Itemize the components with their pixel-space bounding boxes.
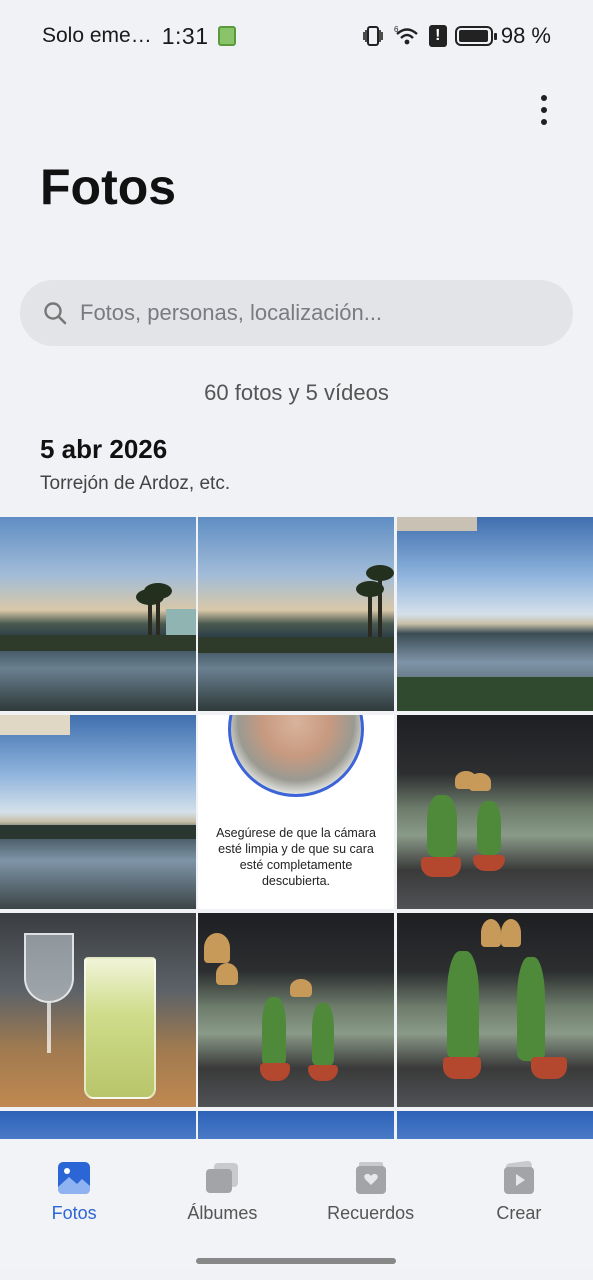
photo-thumbnail[interactable] [397, 1111, 593, 1139]
albums-icon [206, 1163, 239, 1193]
photo-thumbnail[interactable] [0, 715, 196, 909]
photo-thumbnail[interactable] [397, 517, 593, 711]
face-setup-caption: Asegúrese de que la cámara esté limpia y… [216, 826, 376, 888]
photos-icon [58, 1162, 91, 1194]
photo-thumbnail[interactable] [397, 715, 593, 909]
photo-thumbnail[interactable] [198, 913, 394, 1107]
photo-thumbnail[interactable] [0, 517, 196, 711]
wifi-6-icon: 6 [394, 25, 418, 45]
photo-thumbnail[interactable] [198, 1111, 394, 1139]
nav-label-memories: Recuerdos [327, 1203, 415, 1223]
photo-thumbnail[interactable] [198, 517, 394, 711]
face-setup-thumbnail[interactable]: Asegúrese de que la cámara esté limpia y… [198, 715, 394, 909]
face-preview [228, 715, 364, 797]
memories-icon [355, 1162, 386, 1194]
battery-percent: 98 % [500, 23, 551, 48]
search-bar[interactable] [20, 280, 573, 346]
home-indicator[interactable] [196, 1258, 396, 1264]
photo-grid: Asegúrese de que la cámara esté limpia y… [0, 517, 593, 1139]
nav-create[interactable]: Crear [454, 1161, 584, 1280]
nav-label-albums: Álbumes [187, 1203, 258, 1223]
status-left: Solo eme… 1:31 [42, 22, 237, 50]
app-notification-icon [218, 26, 237, 46]
more-dot [541, 95, 547, 101]
more-options-button[interactable] [528, 90, 560, 130]
photo-thumbnail[interactable] [0, 1111, 196, 1139]
library-count: 60 fotos y 5 vídeos [204, 380, 389, 405]
status-bar: Solo eme… 1:31 6 ! 98 % [0, 0, 593, 72]
search-input[interactable] [80, 300, 540, 326]
nav-label-photos: Fotos [51, 1203, 97, 1223]
carrier-label: Solo eme… [42, 24, 152, 47]
photo-thumbnail[interactable] [397, 913, 593, 1107]
section-location[interactable]: Torrejón de Ardoz, etc. [40, 473, 230, 495]
create-icon [503, 1161, 535, 1194]
more-dot [541, 107, 547, 113]
alert-icon: ! [428, 25, 447, 47]
more-dot [541, 119, 547, 125]
battery-icon [454, 26, 497, 46]
vibrate-icon [363, 26, 383, 46]
nav-photos[interactable]: Fotos [9, 1161, 139, 1280]
search-icon [44, 302, 67, 325]
clock: 1:31 [161, 22, 209, 49]
nav-label-create: Crear [496, 1203, 542, 1223]
section-date: 5 abr 2026 [40, 434, 168, 464]
photo-thumbnail[interactable] [0, 913, 196, 1107]
page-title: Fotos [40, 159, 177, 215]
svg-text:6: 6 [394, 25, 399, 34]
status-right: 6 ! 98 % [361, 23, 551, 49]
